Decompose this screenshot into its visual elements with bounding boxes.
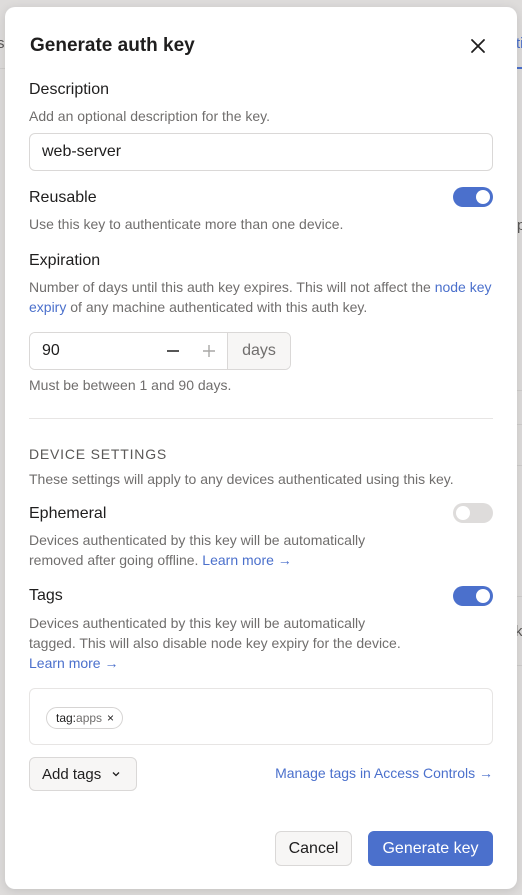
days-unit-label: days	[227, 333, 290, 369]
device-settings-heading: DEVICE SETTINGS	[29, 446, 168, 462]
background-text-fragment: p	[517, 217, 522, 234]
expiration-label: Expiration	[29, 252, 101, 269]
remove-tag-icon[interactable]: ×	[107, 711, 114, 725]
expiration-help-text: Number of days until this auth key expir…	[29, 279, 435, 295]
minus-icon	[167, 350, 179, 352]
background-divider	[517, 596, 522, 597]
increment-button[interactable]	[191, 333, 227, 369]
dialog-title: Generate auth key	[30, 35, 195, 56]
tag-value: apps	[76, 711, 103, 725]
ephemeral-label: Ephemeral	[29, 505, 107, 522]
background-text-fragment: s	[0, 35, 5, 52]
background-divider	[517, 390, 522, 391]
toggle-knob	[476, 190, 490, 204]
toggle-knob	[456, 506, 470, 520]
close-button[interactable]	[467, 35, 489, 57]
expiration-help: Number of days until this auth key expir…	[29, 277, 493, 317]
tags-help: Devices authenticated by this key will b…	[29, 613, 401, 673]
background-divider	[517, 424, 522, 425]
description-help: Add an optional description for the key.	[29, 108, 271, 124]
tags-field[interactable]: tag:apps ×	[29, 688, 493, 745]
ephemeral-learn-more-link[interactable]: Learn more →	[202, 552, 291, 568]
tags-learn-more-link[interactable]: Learn more →	[29, 655, 118, 671]
background-tab-underline	[517, 67, 522, 69]
section-divider	[29, 418, 493, 419]
expiration-days-input[interactable]	[30, 333, 155, 369]
ephemeral-help-line: Devices authenticated by this key will b…	[29, 532, 366, 548]
reusable-toggle[interactable]	[453, 187, 493, 207]
ephemeral-help-line: removed after going offline.	[29, 552, 203, 568]
toggle-knob	[476, 589, 490, 603]
generate-key-button[interactable]: Generate key	[368, 831, 493, 866]
reusable-label: Reusable	[29, 189, 97, 206]
expiration-days-stepper: days	[29, 332, 291, 370]
manage-tags-link[interactable]: Manage tags in Access Controls →	[275, 765, 493, 781]
decrement-button[interactable]	[155, 333, 191, 369]
ephemeral-toggle[interactable]	[453, 503, 493, 523]
expiration-help-text: of any machine authenticated with this a…	[66, 299, 368, 315]
device-settings-help: These settings will apply to any devices…	[29, 471, 454, 487]
description-input[interactable]	[29, 133, 493, 171]
ephemeral-help: Devices authenticated by this key will b…	[29, 530, 365, 570]
description-label: Description	[29, 81, 110, 98]
cancel-button[interactable]: Cancel	[275, 831, 352, 866]
close-icon	[471, 39, 485, 53]
generate-auth-key-dialog: Generate auth key Description Add an opt…	[5, 7, 517, 889]
tags-help-line: tagged. This will also disable node key …	[29, 635, 401, 651]
add-tags-label: Add tags	[42, 765, 102, 783]
expiration-hint: Must be between 1 and 90 days.	[29, 377, 232, 393]
plus-icon	[203, 345, 215, 357]
tags-help-line: Devices authenticated by this key will b…	[29, 615, 366, 631]
background-divider	[517, 665, 522, 666]
chevron-down-icon	[112, 772, 120, 777]
reusable-help: Use this key to authenticate more than o…	[29, 216, 344, 232]
background-divider	[517, 465, 522, 466]
tag-prefix: tag:	[56, 711, 77, 725]
add-tags-dropdown-button[interactable]: Add tags	[29, 757, 137, 791]
tag-chip: tag:apps ×	[46, 707, 124, 729]
tags-toggle[interactable]	[453, 586, 493, 606]
tags-label: Tags	[29, 587, 63, 604]
